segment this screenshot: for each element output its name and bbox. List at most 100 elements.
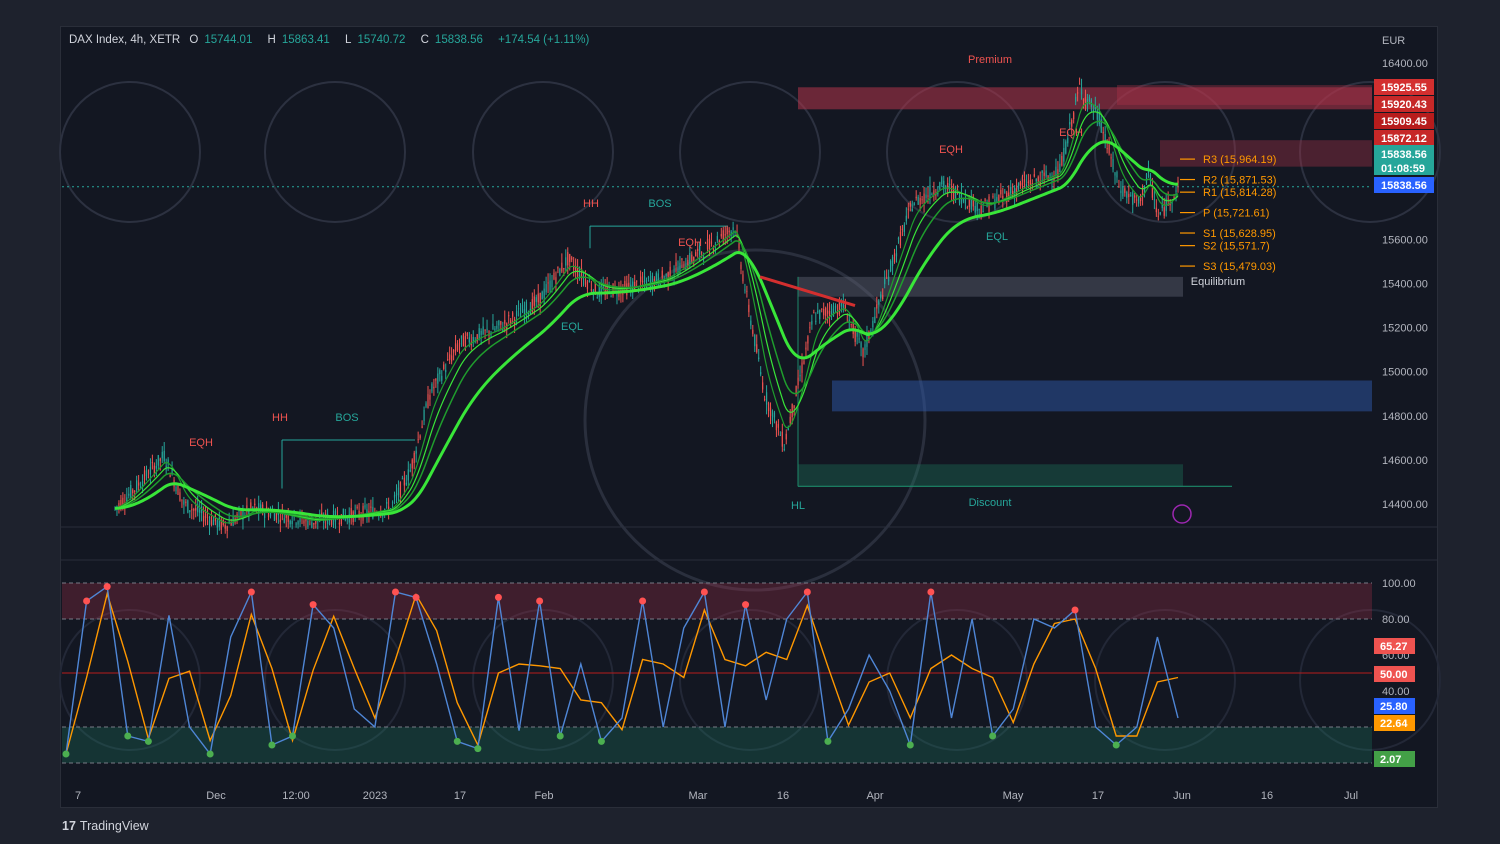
discount-zone	[798, 464, 1183, 487]
x-tick-label: Jul	[1344, 790, 1358, 802]
candle	[254, 503, 256, 506]
candle	[519, 312, 522, 318]
candle	[1075, 96, 1077, 102]
candle	[616, 294, 618, 296]
candle	[777, 423, 780, 428]
stoch-value-label: 25.80	[1380, 701, 1408, 713]
candle	[230, 522, 232, 526]
candle	[1019, 182, 1022, 186]
structure-label: BOS	[335, 412, 358, 424]
y-tick-label: 14600.00	[1382, 455, 1428, 467]
candle	[801, 362, 803, 373]
candle	[1126, 192, 1128, 198]
candle	[826, 310, 829, 314]
stoch-cross-dot	[700, 588, 708, 596]
y-tick-label: 15200.00	[1382, 323, 1428, 335]
x-tick-label: Dec	[206, 790, 226, 802]
candle	[1082, 98, 1085, 102]
y-tick-label: 14800.00	[1382, 411, 1428, 423]
candle	[537, 293, 539, 303]
structure-label: BOS	[648, 198, 671, 210]
candle	[559, 268, 561, 276]
candle	[834, 305, 837, 309]
candle	[128, 493, 130, 496]
candle	[996, 197, 998, 202]
candle	[758, 357, 760, 359]
candle	[466, 332, 468, 336]
equilibrium-zone	[798, 276, 1183, 297]
overbought-zone	[62, 583, 1372, 619]
stoch-cross-dot	[124, 732, 132, 740]
flash-icon[interactable]	[1172, 504, 1192, 524]
candle	[880, 294, 882, 299]
candle	[226, 526, 228, 531]
stoch-cross-dot	[989, 732, 997, 740]
candle	[978, 209, 980, 211]
candle	[793, 405, 795, 408]
candle	[1004, 191, 1006, 193]
stoch-cross-dot	[289, 732, 297, 740]
candle	[913, 203, 915, 206]
candle	[569, 254, 571, 263]
candle	[1159, 212, 1161, 215]
candle	[157, 455, 159, 466]
currency-label: EUR	[1382, 35, 1405, 47]
candle	[661, 270, 663, 278]
candle	[872, 320, 874, 328]
structure-label: EQH	[1059, 127, 1083, 139]
candle	[636, 280, 638, 282]
candle	[1153, 199, 1155, 201]
candle	[206, 517, 209, 519]
stoch-cross-dot	[639, 597, 647, 605]
structure-label: EQL	[561, 321, 583, 333]
price-tag-label: 15838.56	[1381, 180, 1427, 192]
candle	[706, 239, 709, 250]
candle	[468, 337, 470, 343]
y-tick-label: 14400.00	[1382, 499, 1428, 511]
candle	[395, 493, 398, 496]
candle	[391, 502, 394, 504]
candle	[720, 233, 722, 237]
y-tick-label: 15400.00	[1382, 278, 1428, 290]
candle	[1045, 170, 1047, 177]
candle	[439, 370, 441, 375]
candle	[417, 439, 419, 441]
candle	[224, 525, 226, 529]
candle	[1175, 190, 1177, 192]
candle	[697, 248, 699, 252]
stoch-cross-dot	[742, 601, 750, 609]
candle	[813, 312, 815, 314]
stoch-cross-dot	[62, 750, 70, 758]
candle	[858, 338, 860, 340]
chart-canvas[interactable]: R3 (15,964.19) R2 (15,871.53)R1 (15,814.2…	[0, 0, 1500, 844]
candle	[1120, 190, 1122, 194]
candle	[897, 238, 900, 240]
candle	[138, 482, 140, 486]
candle	[624, 280, 626, 287]
candle	[1023, 179, 1026, 183]
candle	[411, 459, 413, 469]
candle	[882, 295, 884, 300]
candle	[177, 484, 179, 496]
pivot-label: S2 (15,571.7)	[1203, 241, 1270, 253]
candle	[486, 328, 488, 330]
candle	[787, 427, 789, 431]
candle	[600, 284, 602, 297]
candle	[212, 520, 215, 526]
candle	[405, 482, 407, 485]
candle	[195, 508, 197, 511]
stoch-y-tick: 40.00	[1382, 686, 1410, 698]
supply-block	[1117, 85, 1372, 105]
candle	[691, 254, 693, 262]
candle	[145, 470, 148, 477]
y-tick-label: 15000.00	[1382, 367, 1428, 379]
candle	[795, 385, 797, 396]
ema-slow	[114, 120, 1179, 520]
candle	[1088, 96, 1091, 102]
candle	[1145, 173, 1148, 184]
candle	[1069, 122, 1071, 125]
stoch-cross-dot	[906, 741, 914, 749]
candle	[512, 312, 514, 317]
candle	[1057, 169, 1059, 178]
candle	[1139, 197, 1142, 202]
